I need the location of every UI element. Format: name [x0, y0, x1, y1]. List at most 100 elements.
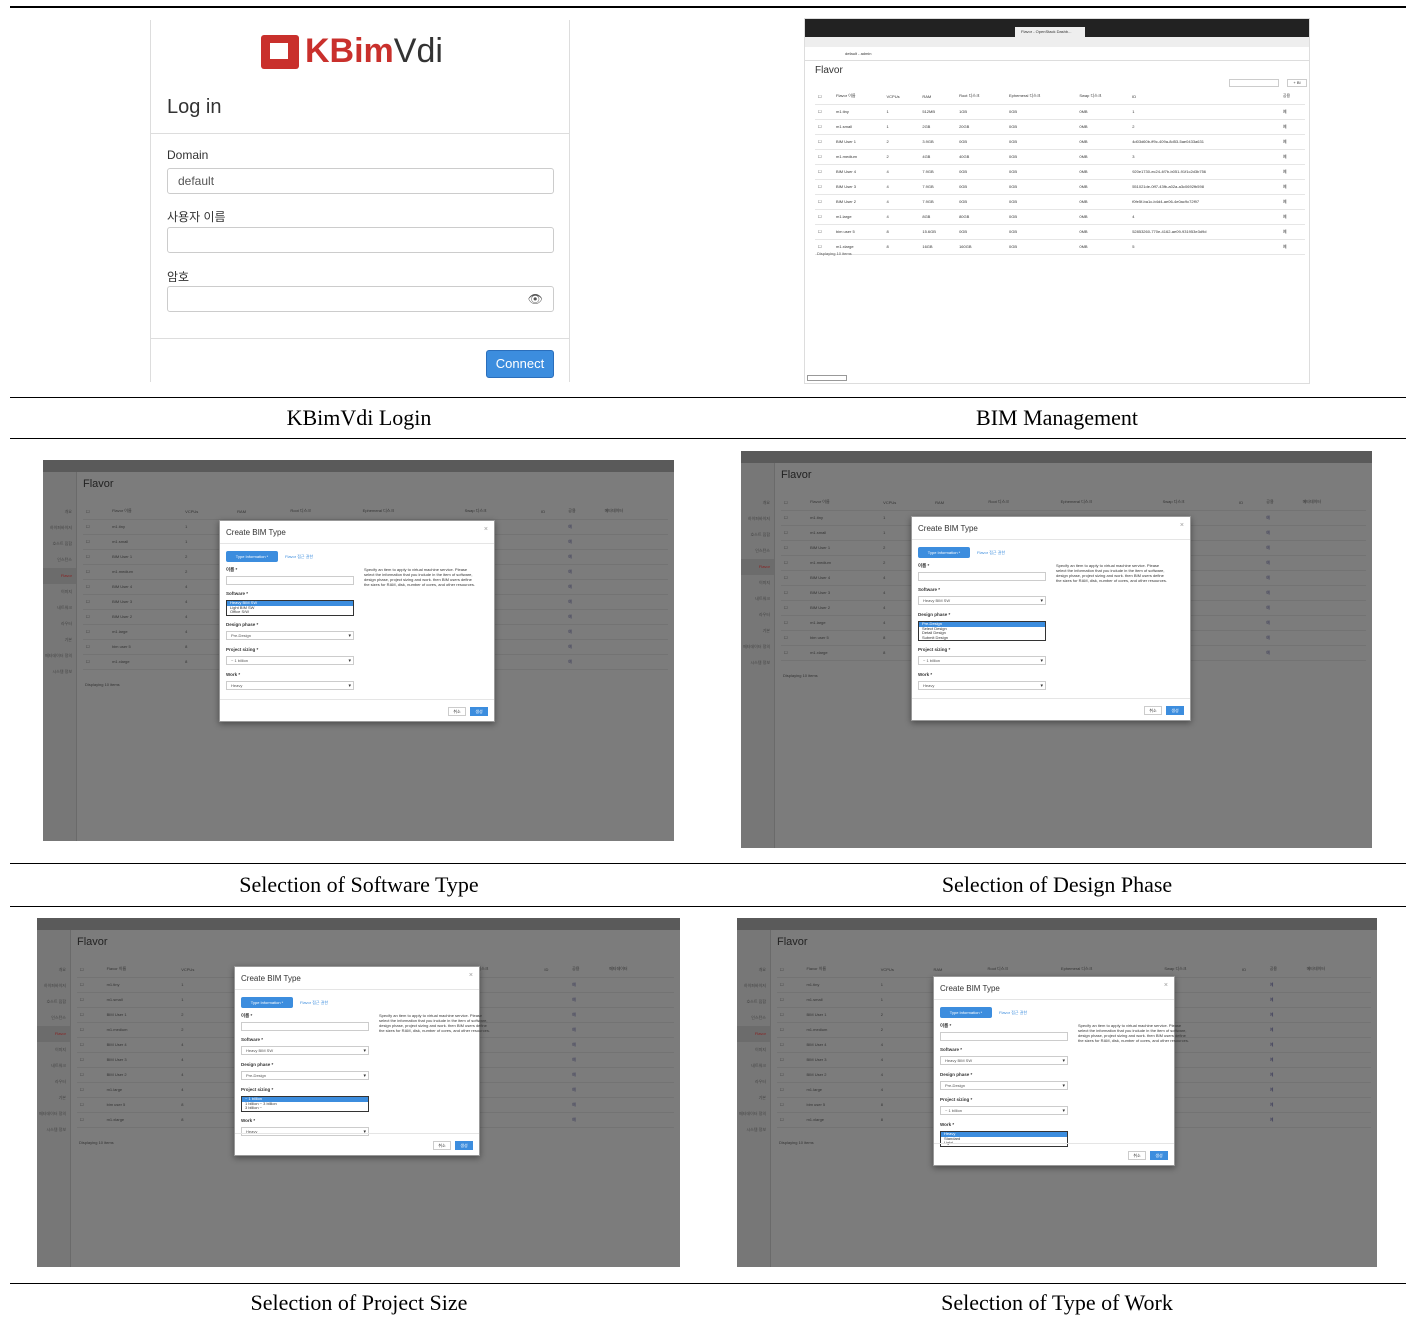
sidebar-item[interactable]: 하이퍼바이저 [37, 978, 70, 994]
software-dropdown-list[interactable]: Heavy BIM SW Light BIM SW Office S/W [226, 600, 354, 616]
dropdown-option[interactable]: Office S/W [227, 609, 353, 615]
name-input[interactable] [226, 576, 354, 585]
sidebar-item[interactable]: 시스템 정보 [37, 1122, 70, 1138]
tab-flavor-access[interactable]: Flavor 접근 권한 [999, 1010, 1027, 1016]
column-header[interactable]: 메타데이터 [606, 962, 674, 978]
work-select[interactable]: Heavy [918, 681, 1046, 690]
close-icon[interactable]: × [469, 972, 473, 979]
tab-type-information[interactable]: Type Information * [918, 547, 970, 558]
row-checkbox[interactable]: ☐ [777, 977, 804, 993]
tab-type-information[interactable]: Type Information * [241, 997, 293, 1008]
column-header[interactable]: 메타데이터 [601, 504, 668, 520]
dropdown-option[interactable]: 3 billion ~ [242, 1105, 368, 1111]
row-checkbox[interactable]: ☐ [777, 1007, 804, 1023]
size-select[interactable]: ~ 1 billion [226, 655, 354, 665]
column-header[interactable]: Flavor 이름 [803, 962, 878, 978]
size-dropdown-list[interactable]: ~ 1 billion 1 billion ~ 3 billion 3 billio… [241, 1096, 369, 1112]
cancel-button[interactable]: 취소 [1144, 706, 1162, 715]
row-checkbox[interactable]: ☐ [77, 992, 104, 1008]
row-checkbox[interactable]: ☐ [77, 1067, 104, 1083]
column-header[interactable]: 공용 [1279, 89, 1305, 105]
row-checkbox[interactable]: ☐ [77, 1097, 104, 1113]
column-header[interactable]: VCPUs [883, 89, 920, 105]
work-select[interactable]: Heavy [226, 680, 354, 690]
sidebar-item[interactable]: 개요 [741, 495, 774, 511]
search-input[interactable] [1229, 79, 1279, 87]
column-header[interactable]: Root 디스크 [956, 89, 1006, 105]
column-header[interactable]: VCPUs [877, 962, 931, 978]
column-header[interactable]: Ephemeral 디스크 [1057, 962, 1162, 978]
project-selector[interactable]: default - admin [805, 47, 1309, 61]
sidebar-item[interactable]: 하이퍼바이저 [737, 978, 770, 994]
design-select[interactable]: Pre-Design [241, 1071, 369, 1080]
password-input[interactable]: 👁 [167, 286, 554, 312]
sidebar-item[interactable]: 시스템 정보 [737, 1122, 770, 1138]
size-select[interactable]: ~ 1 billion [918, 656, 1046, 665]
select-all-checkbox[interactable]: ☐ [777, 962, 804, 978]
tab-flavor-access[interactable]: Flavor 접근 권한 [285, 554, 313, 560]
name-input[interactable] [241, 1022, 369, 1031]
sidebar-item[interactable]: 라우터 [43, 616, 76, 632]
table-row[interactable]: ☐ BIM User 3 4 7.9GB 0GB 0GB 0MB 551021de-0ff7-… [815, 179, 1305, 195]
sidebar-item[interactable]: 인스턴스 [741, 543, 774, 559]
row-checkbox[interactable]: ☐ [815, 179, 833, 195]
column-header[interactable]: 공용 [1266, 962, 1304, 978]
column-header[interactable]: RAM [919, 89, 957, 105]
select-all-checkbox[interactable]: ☐ [83, 504, 110, 520]
column-header[interactable]: Ephemeral 디스크 [1005, 89, 1077, 105]
row-checkbox[interactable]: ☐ [83, 624, 110, 640]
software-select[interactable]: Heavy BIM SW [940, 1056, 1068, 1065]
column-header[interactable]: 공용 [569, 962, 607, 978]
row-checkbox[interactable]: ☐ [83, 549, 110, 565]
sidebar-item[interactable]: 개요 [43, 504, 76, 520]
add-bim-type-button[interactable]: + BI [1287, 79, 1307, 87]
row-checkbox[interactable]: ☐ [781, 615, 808, 631]
row-checkbox[interactable]: ☐ [77, 1082, 104, 1098]
name-input[interactable] [918, 572, 1046, 581]
sidebar-item[interactable]: 호스트 집합 [43, 536, 76, 552]
column-header[interactable]: Flavor 이름 [833, 89, 884, 105]
column-header[interactable]: ID [538, 504, 566, 520]
sidebar-item[interactable]: 호스트 집합 [737, 994, 770, 1010]
row-checkbox[interactable]: ☐ [815, 209, 833, 225]
column-header[interactable]: VCPUs [880, 495, 933, 511]
row-checkbox[interactable]: ☐ [777, 1037, 804, 1053]
row-checkbox[interactable]: ☐ [815, 134, 833, 150]
create-button[interactable]: 생성 [470, 707, 488, 716]
sidebar-item[interactable]: 인스턴스 [737, 1010, 770, 1026]
create-button[interactable]: 생성 [455, 1141, 473, 1150]
row-checkbox[interactable]: ☐ [781, 600, 808, 616]
column-header[interactable]: Flavor 이름 [103, 962, 179, 978]
dropdown-option[interactable]: Submit Design [919, 635, 1045, 641]
sidebar-item[interactable]: 라우터 [737, 1074, 770, 1090]
row-checkbox[interactable]: ☐ [83, 519, 110, 535]
column-header[interactable]: ID [1129, 89, 1280, 105]
cancel-button[interactable]: 취소 [433, 1141, 451, 1150]
row-checkbox[interactable]: ☐ [815, 149, 833, 165]
column-header[interactable]: RAM [930, 962, 985, 978]
row-checkbox[interactable]: ☐ [777, 1097, 804, 1113]
sidebar-item[interactable]: 네트워크 [737, 1058, 770, 1074]
sidebar-item[interactable]: 하이퍼바이저 [43, 520, 76, 536]
row-checkbox[interactable]: ☐ [77, 1052, 104, 1068]
row-checkbox[interactable]: ☐ [83, 564, 110, 580]
row-checkbox[interactable]: ☐ [83, 534, 110, 550]
sidebar-item[interactable]: 기본 [741, 623, 774, 639]
name-input[interactable] [940, 1032, 1068, 1041]
sidebar-item[interactable]: 메타데이터 정의 [737, 1106, 770, 1122]
sidebar-item[interactable]: Flavor [43, 568, 76, 584]
select-all-checkbox[interactable]: ☐ [77, 962, 104, 978]
domain-input[interactable]: default [167, 168, 554, 194]
sidebar-item[interactable]: 시스템 정보 [741, 655, 774, 671]
row-checkbox[interactable]: ☐ [77, 1007, 104, 1023]
row-checkbox[interactable]: ☐ [781, 645, 808, 661]
cancel-button[interactable]: 취소 [1128, 1151, 1146, 1160]
column-header[interactable]: Swap 디스크 [1159, 495, 1237, 511]
column-header[interactable]: ID [541, 962, 570, 978]
close-icon[interactable]: × [484, 526, 488, 533]
column-header[interactable]: Ephemeral 디스크 [359, 504, 462, 520]
sidebar-item[interactable]: 시스템 정보 [43, 664, 76, 680]
column-header[interactable]: 공용 [565, 504, 602, 520]
sidebar-item[interactable]: 호스트 집합 [741, 527, 774, 543]
table-row[interactable]: ☐ BIM User 2 4 7.9GB 0GB 0GB 0MB f0fe5f-ba1c-b4… [815, 194, 1305, 210]
